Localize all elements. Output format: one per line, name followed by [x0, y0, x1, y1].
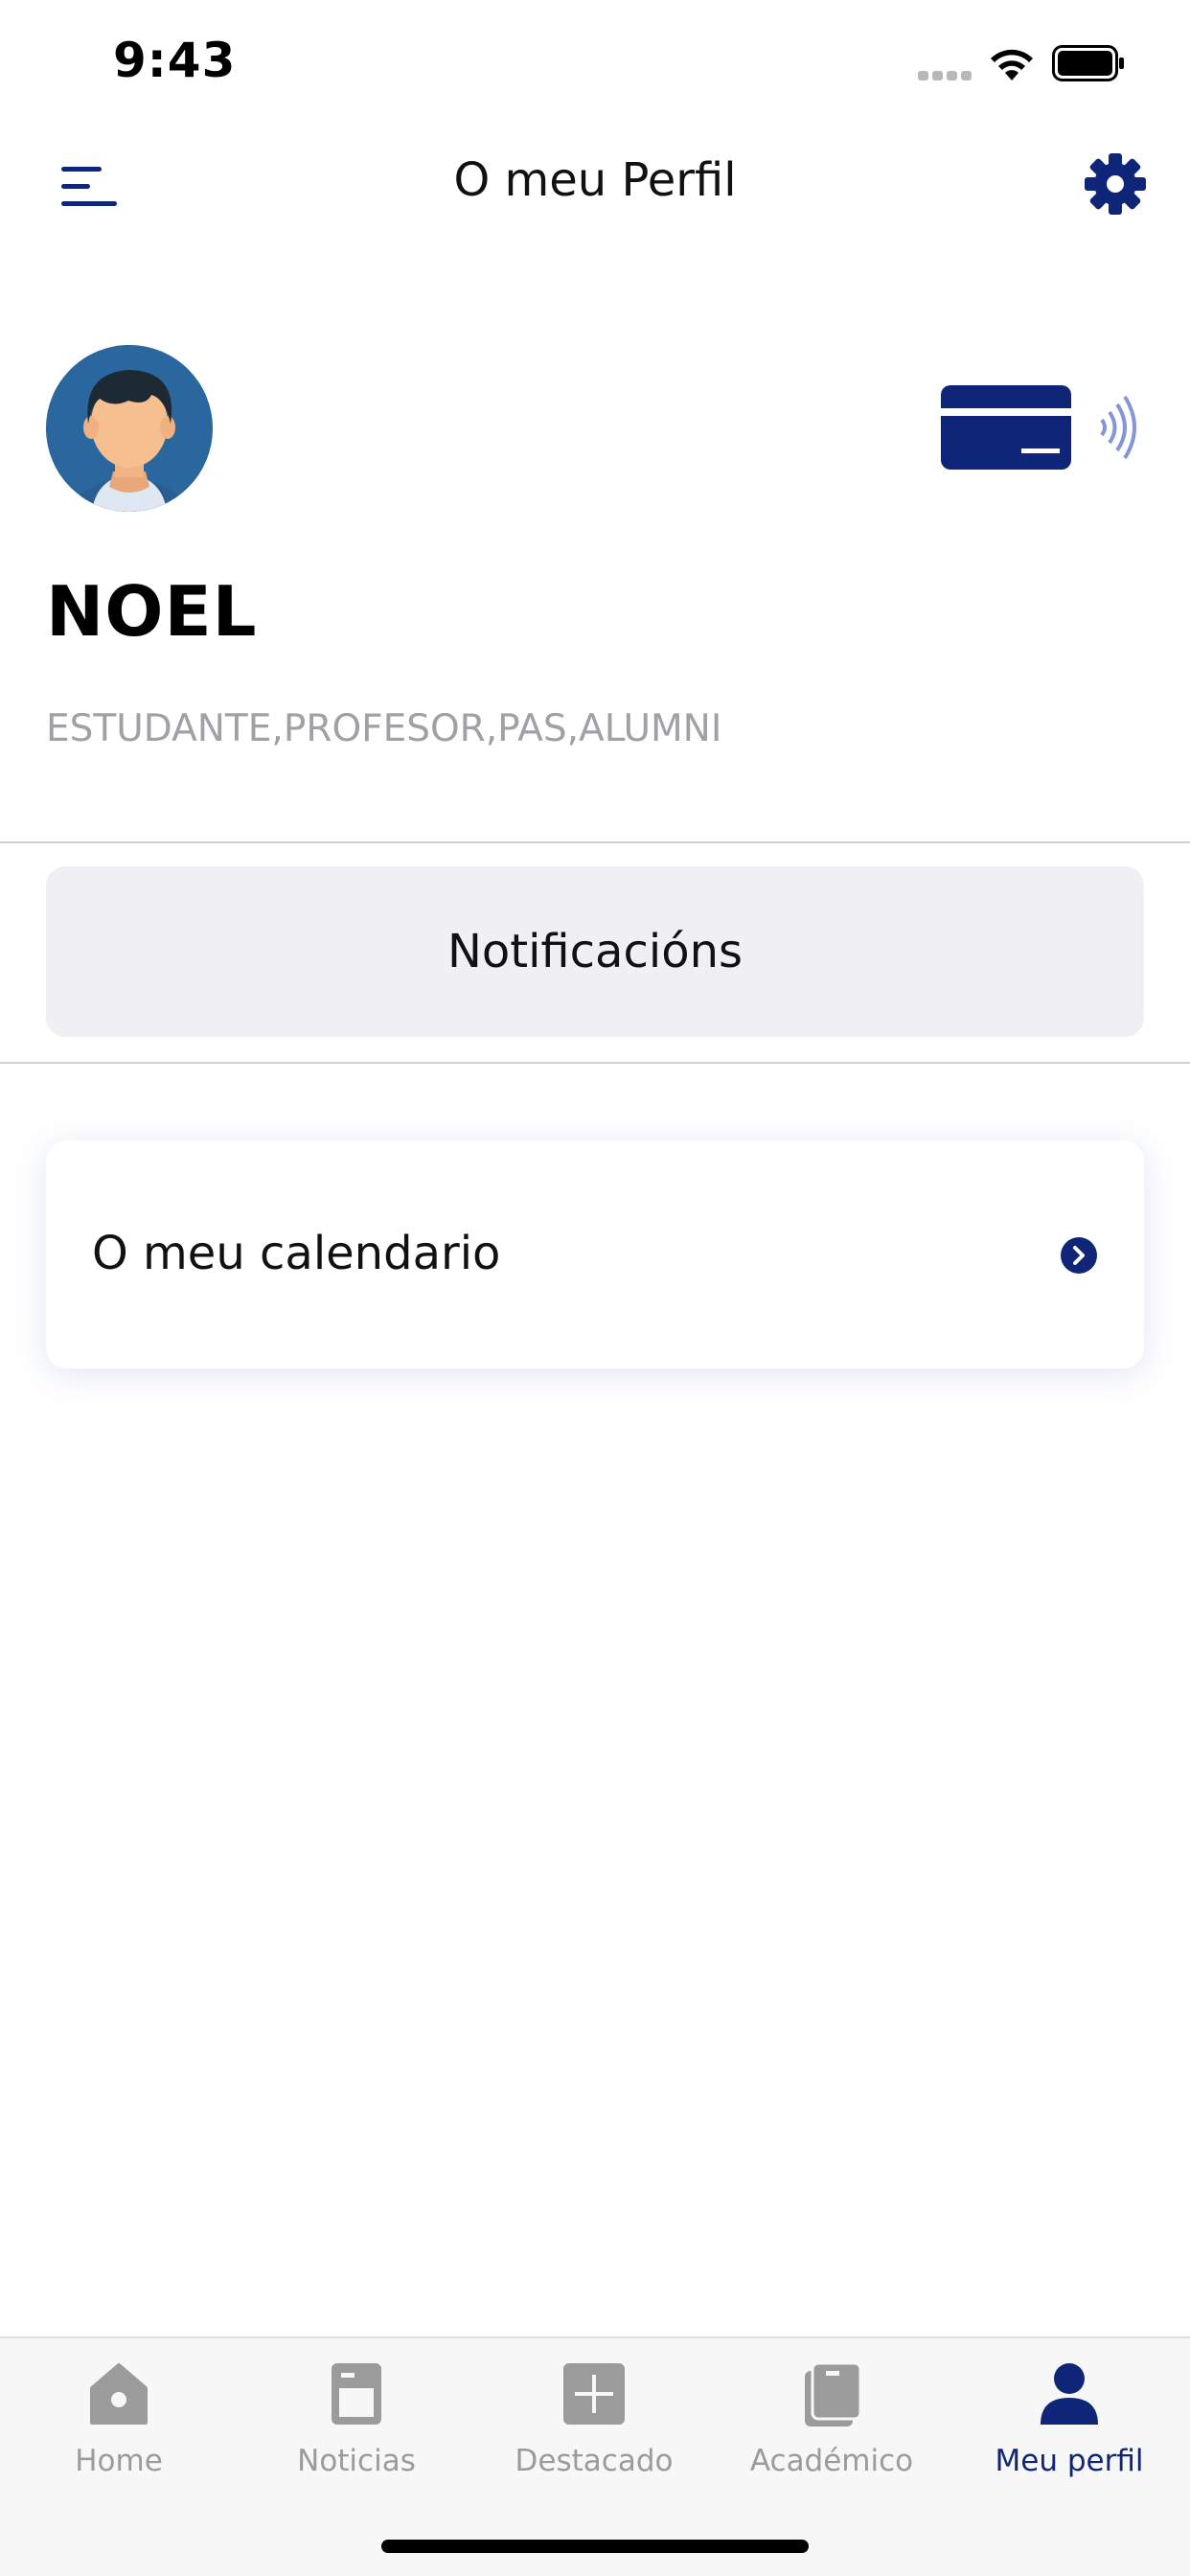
avatar[interactable] [46, 345, 213, 512]
home-indicator[interactable] [381, 2540, 809, 2553]
profile-screen: 9:43 O meu Perfil NOEL ESTUDANTE,PROFESO… [0, 0, 1190, 2576]
book-icon [805, 2361, 862, 2426]
tab-academico[interactable]: Académico [713, 2338, 950, 2511]
divider [0, 1062, 1190, 1064]
home-icon [90, 2363, 148, 2425]
tab-label: Académico [749, 2444, 914, 2478]
user-roles: ESTUDANTE,PROFESOR,PAS,ALUMNI [46, 707, 722, 750]
user-name: NOEL [46, 571, 258, 652]
status-bar: 9:43 [0, 0, 1190, 126]
user-avatar-icon [46, 345, 213, 512]
tab-home[interactable]: Home [0, 2338, 238, 2511]
person-icon [1041, 2363, 1098, 2425]
tab-label: Meu perfil [995, 2444, 1144, 2478]
tab-meu-perfil[interactable]: Meu perfil [950, 2338, 1188, 2511]
cellular-signal-icon [918, 71, 973, 82]
tab-label: Noticias [297, 2444, 416, 2478]
page-title: O meu Perfil [453, 153, 737, 207]
plus-square-icon [563, 2363, 625, 2425]
wifi-icon [991, 49, 1033, 80]
tab-noticias[interactable]: Noticias [238, 2338, 475, 2511]
nav-header: O meu Perfil [0, 126, 1190, 242]
battery-icon [1052, 45, 1124, 81]
divider [0, 841, 1190, 843]
notifications-button[interactable]: Notificacións [46, 866, 1144, 1037]
gear-icon[interactable] [1081, 150, 1150, 218]
status-time: 9:43 [113, 33, 237, 88]
news-icon [332, 2363, 381, 2425]
chevron-right-circle-icon[interactable] [1060, 1236, 1098, 1275]
tab-destacado[interactable]: Destacado [475, 2338, 713, 2511]
calendar-label: O meu calendario [92, 1227, 501, 1280]
contactless-card-icon[interactable] [941, 381, 1142, 473]
tab-label: Home [75, 2444, 163, 2478]
tab-label: Destacado [515, 2444, 674, 2478]
calendar-card[interactable]: O meu calendario [46, 1140, 1144, 1368]
